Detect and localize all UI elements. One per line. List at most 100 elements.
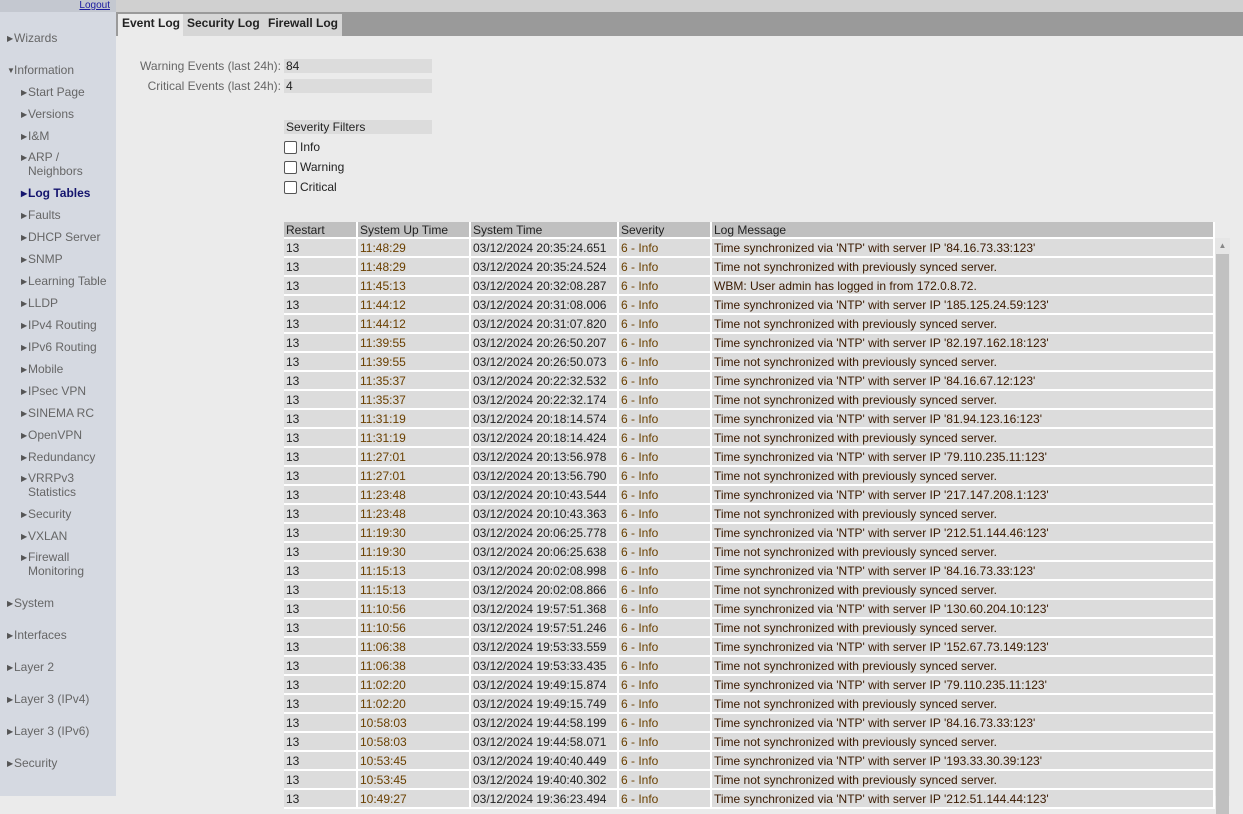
nav-vxlan[interactable]: ▶VXLAN <box>21 529 113 544</box>
uptime-cell: 11:23:48 <box>357 504 471 524</box>
col-uptime[interactable]: System Up Time <box>357 222 471 239</box>
nav-snmp[interactable]: ▶SNMP <box>21 252 113 267</box>
uptime-cell: 11:02:20 <box>357 694 471 714</box>
nav-label: ARP / Neighbors <box>28 150 83 178</box>
caret-right-icon: ▶ <box>21 532 28 541</box>
nav-layer-3-ipv4-[interactable]: ▶Layer 3 (IPv4) <box>7 692 123 707</box>
message-cell: Time synchronized via 'NTP' with server … <box>711 675 1215 695</box>
scrollbar-thumb[interactable] <box>1216 254 1229 814</box>
table-scrollbar[interactable]: ▲ <box>1215 238 1230 814</box>
uptime-cell: 11:48:29 <box>357 238 471 258</box>
nav-label: Log Tables <box>28 186 91 200</box>
caret-right-icon: ▶ <box>21 110 28 119</box>
nav-security[interactable]: ▶Security <box>7 756 123 771</box>
nav-versions[interactable]: ▶Versions <box>21 107 113 122</box>
restart-cell: 13 <box>284 637 358 657</box>
caret-right-icon: ▶ <box>21 343 28 352</box>
nav-system[interactable]: ▶System <box>7 596 123 611</box>
severity-cell: 6 - Info <box>618 447 712 467</box>
restart-cell: 13 <box>284 523 358 543</box>
caret-right-icon: ▶ <box>21 299 28 308</box>
system-time-cell: 03/12/2024 19:44:58.071 <box>470 732 619 752</box>
nav-information[interactable]: ▼Information <box>7 63 123 78</box>
table-row: 13 10:53:45 03/12/2024 19:40:40.302 6 - Inf… <box>284 770 1215 790</box>
nav-label: OpenVPN <box>28 428 83 442</box>
checkbox[interactable] <box>284 160 297 174</box>
checkbox[interactable] <box>284 140 297 154</box>
nav-ipsec-vpn[interactable]: ▶IPsec VPN <box>21 384 113 399</box>
uptime-cell: 10:53:45 <box>357 770 471 790</box>
scroll-up-arrow-icon[interactable]: ▲ <box>1215 238 1230 254</box>
restart-cell: 13 <box>284 789 358 809</box>
restart-cell: 13 <box>284 409 358 429</box>
message-cell: Time synchronized via 'NTP' with server … <box>711 713 1215 733</box>
tab-firewall-log[interactable]: Firewall Log <box>264 14 343 36</box>
nav-vrrpv3-statistics[interactable]: ▶VRRPv3 Statistics <box>21 471 113 499</box>
nav-firewall-monitoring[interactable]: ▶Firewall Monitoring <box>21 550 113 578</box>
system-time-cell: 03/12/2024 20:35:24.651 <box>470 238 619 258</box>
restart-cell: 13 <box>284 694 358 714</box>
uptime-cell: 10:58:03 <box>357 713 471 733</box>
checkbox[interactable] <box>284 180 297 194</box>
caret-right-icon: ▶ <box>21 365 28 374</box>
filter-info-checkbox[interactable]: Info <box>284 140 320 154</box>
col-message[interactable]: Log Message <box>711 222 1215 239</box>
nav-lldp[interactable]: ▶LLDP <box>21 296 113 311</box>
uptime-cell: 11:15:13 <box>357 580 471 600</box>
filter-critical-checkbox[interactable]: Critical <box>284 180 337 194</box>
message-cell: Time not synchronized with previously sy… <box>711 580 1215 600</box>
severity-cell: 6 - Info <box>618 314 712 334</box>
message-cell: Time not synchronized with previously sy… <box>711 694 1215 714</box>
system-time-cell: 03/12/2024 19:49:15.874 <box>470 675 619 695</box>
nav-faults[interactable]: ▶Faults <box>21 208 113 223</box>
system-time-cell: 03/12/2024 20:02:08.998 <box>470 561 619 581</box>
table-row: 13 11:02:20 03/12/2024 19:49:15.874 6 - Inf… <box>284 675 1215 695</box>
nav-ipv6-routing[interactable]: ▶IPv6 Routing <box>21 340 113 355</box>
nav-i-m[interactable]: ▶I&M <box>21 129 113 144</box>
col-severity[interactable]: Severity <box>618 222 712 239</box>
nav-redundancy[interactable]: ▶Redundancy <box>21 450 113 465</box>
nav-arp-neighbors[interactable]: ▶ARP / Neighbors <box>21 150 113 178</box>
severity-cell: 6 - Info <box>618 561 712 581</box>
logout-link[interactable]: Logout <box>79 0 110 11</box>
message-cell: WBM: User admin has logged in from 172.0… <box>711 276 1215 296</box>
uptime-cell: 11:10:56 <box>357 599 471 619</box>
nav-learning-table[interactable]: ▶Learning Table <box>21 274 113 289</box>
caret-right-icon: ▶ <box>7 599 14 608</box>
nav-interfaces[interactable]: ▶Interfaces <box>7 628 123 643</box>
message-cell: Time not synchronized with previously sy… <box>711 732 1215 752</box>
nav-mobile[interactable]: ▶Mobile <box>21 362 113 377</box>
nav-dhcp-server[interactable]: ▶DHCP Server <box>21 230 113 245</box>
restart-cell: 13 <box>284 466 358 486</box>
message-cell: Time synchronized via 'NTP' with server … <box>711 599 1215 619</box>
nav-layer-2[interactable]: ▶Layer 2 <box>7 660 123 675</box>
table-row: 13 11:02:20 03/12/2024 19:49:15.749 6 - Inf… <box>284 694 1215 714</box>
table-row: 13 11:31:19 03/12/2024 20:18:14.424 6 - Inf… <box>284 428 1215 448</box>
warning-events-label: Warning Events (last 24h): <box>140 59 281 73</box>
severity-cell: 6 - Info <box>618 618 712 638</box>
nav-start-page[interactable]: ▶Start Page <box>21 85 113 100</box>
severity-cell: 6 - Info <box>618 675 712 695</box>
uptime-cell: 10:53:45 <box>357 751 471 771</box>
nav-openvpn[interactable]: ▶OpenVPN <box>21 428 113 443</box>
message-cell: Time synchronized via 'NTP' with server … <box>711 409 1215 429</box>
nav-label: Faults <box>28 208 61 222</box>
table-row: 13 11:27:01 03/12/2024 20:13:56.790 6 - Inf… <box>284 466 1215 486</box>
restart-cell: 13 <box>284 675 358 695</box>
col-system-time[interactable]: System Time <box>470 222 619 239</box>
tab-security-log[interactable]: Security Log <box>183 14 264 36</box>
nav-sinema-rc[interactable]: ▶SINEMA RC <box>21 406 113 421</box>
filter-label: Critical <box>300 180 337 194</box>
filter-warning-checkbox[interactable]: Warning <box>284 160 344 174</box>
col-restart[interactable]: Restart <box>284 222 358 239</box>
nav-ipv4-routing[interactable]: ▶IPv4 Routing <box>21 318 113 333</box>
nav-wizards[interactable]: ▶Wizards <box>7 31 123 46</box>
nav-log-tables[interactable]: ▶Log Tables <box>21 186 113 201</box>
message-cell: Time synchronized via 'NTP' with server … <box>711 238 1215 258</box>
warning-events-value: 84 <box>284 59 432 73</box>
tab-event-log[interactable]: Event Log <box>118 14 185 36</box>
table-row: 13 11:39:55 03/12/2024 20:26:50.207 6 - Inf… <box>284 333 1215 353</box>
nav-layer-3-ipv6-[interactable]: ▶Layer 3 (IPv6) <box>7 724 123 739</box>
nav-security[interactable]: ▶Security <box>21 507 113 522</box>
message-cell: Time not synchronized with previously sy… <box>711 504 1215 524</box>
